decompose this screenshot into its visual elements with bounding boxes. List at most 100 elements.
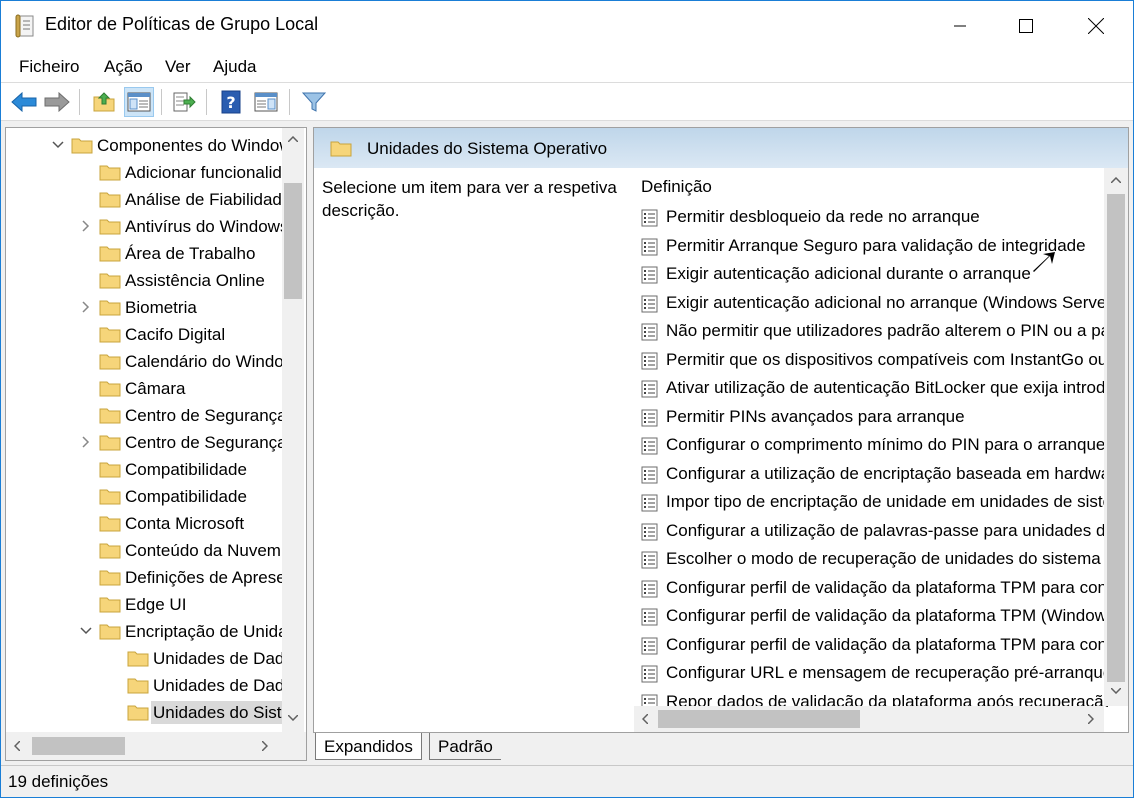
menu-bar: Ficheiro Ação Ver Ajuda: [1, 51, 1133, 83]
expand-chevron-down-icon[interactable]: [79, 622, 93, 640]
policy-row[interactable]: Permitir PINs avançados para arranque: [638, 404, 1108, 432]
folder-icon: [99, 379, 121, 397]
policy-row[interactable]: Configurar a utilização de encriptação b…: [638, 461, 1108, 489]
folder-icon: [99, 460, 121, 478]
policy-setting-icon: [641, 637, 659, 655]
details-pane: Unidades do Sistema Operativo Selecione …: [313, 127, 1129, 733]
scroll-down-arrow-icon: [288, 715, 298, 721]
tree-item[interactable]: Adicionar funcionalidades: [6, 159, 282, 186]
forward-button[interactable]: [42, 87, 72, 117]
policy-row[interactable]: Configurar perfil de validação da plataf…: [638, 632, 1108, 660]
tree-item-label: Centro de Segurança: [125, 406, 282, 425]
tree-item-label: Câmara: [125, 379, 186, 398]
tree-item[interactable]: Centro de Segurança: [6, 429, 282, 456]
column-header-definicao[interactable]: Definição: [641, 177, 712, 197]
tree-item[interactable]: Unidades de Dados Fixas: [6, 645, 282, 672]
policy-row[interactable]: Exigir autenticação adicional no arranqu…: [638, 290, 1108, 318]
policy-row[interactable]: Configurar a utilização de palavras-pass…: [638, 518, 1108, 546]
tree-item[interactable]: Compatibilidade: [6, 456, 282, 483]
folder-icon: [99, 433, 121, 451]
details-vertical-scroll-thumb[interactable]: [1107, 194, 1125, 682]
details-vertical-scrollbar[interactable]: [1104, 168, 1128, 706]
details-horizontal-scrollbar[interactable]: [634, 706, 1104, 732]
tree-item[interactable]: Edge UI: [6, 591, 282, 618]
policy-row[interactable]: Configurar URL e mensagem de recuperação…: [638, 660, 1108, 688]
scroll-up-arrow-icon: [288, 136, 298, 142]
up-folder-button[interactable]: [89, 87, 119, 117]
menu-ajuda[interactable]: Ajuda: [213, 57, 256, 77]
tree-item[interactable]: Unidades de Dados Amovíveis: [6, 672, 282, 699]
policy-row[interactable]: Permitir desbloqueio da rede no arranque: [638, 204, 1108, 232]
expand-chevron-down-icon[interactable]: [51, 136, 65, 154]
tree-item[interactable]: Definições de Apresentação: [6, 564, 282, 591]
menu-acao[interactable]: Ação: [104, 57, 143, 77]
expand-chevron-right-icon[interactable]: [79, 298, 93, 316]
tree-item-label: Unidades do Sistema Operativo: [151, 701, 282, 724]
policy-row[interactable]: Ativar utilização de autenticação BitLoc…: [638, 375, 1108, 403]
folder-icon: [99, 163, 121, 181]
policy-row[interactable]: Impor tipo de encriptação de unidade em …: [638, 489, 1108, 517]
tree-item[interactable]: Conteúdo da Nuvem: [6, 537, 282, 564]
tree-item[interactable]: Cacifo Digital: [6, 321, 282, 348]
tree-item[interactable]: Encriptação de Unidade BitLocker: [6, 618, 282, 645]
tree-vertical-scrollbar[interactable]: [282, 128, 304, 732]
folder-icon: [99, 325, 121, 343]
policy-row[interactable]: Permitir que os dispositivos compatíveis…: [638, 347, 1108, 375]
tree-horizontal-scroll-thumb[interactable]: [32, 737, 125, 755]
minimize-button[interactable]: [937, 1, 983, 51]
menu-ver[interactable]: Ver: [165, 57, 191, 77]
tree-item[interactable]: Centro de Segurança: [6, 402, 282, 429]
policy-row[interactable]: Escolher o modo de recuperação de unidad…: [638, 546, 1108, 574]
folder-icon: [99, 406, 121, 424]
policy-row[interactable]: Não permitir que utilizadores padrão alt…: [638, 318, 1108, 346]
policy-label: Permitir que os dispositivos compatíveis…: [666, 349, 1108, 369]
details-horizontal-scroll-thumb[interactable]: [658, 710, 860, 728]
folder-icon: [99, 514, 121, 532]
tree-item[interactable]: Assistência Online: [6, 267, 282, 294]
view-tabs: Expandidos Padrão: [313, 733, 813, 761]
filter-button[interactable]: [299, 87, 329, 117]
maximize-button[interactable]: [1003, 1, 1049, 51]
tree-item[interactable]: Unidades do Sistema Operativo: [6, 699, 282, 726]
tab-expandidos[interactable]: Expandidos: [315, 733, 422, 760]
tree-item[interactable]: Área de Trabalho: [6, 240, 282, 267]
scroll-down-arrow-icon: [1111, 688, 1121, 694]
tree-vertical-scroll-thumb[interactable]: [284, 183, 302, 299]
tree-item[interactable]: Análise de Fiabilidade: [6, 186, 282, 213]
policy-label: Configurar URL e mensagem de recuperação…: [666, 663, 1108, 682]
show-hide-tree-button[interactable]: [124, 87, 154, 117]
policy-row[interactable]: Configurar perfil de validação da plataf…: [638, 603, 1108, 631]
tree-item[interactable]: Componentes do Windows: [6, 132, 282, 159]
menu-ficheiro[interactable]: Ficheiro: [19, 57, 79, 77]
maximize-icon: [1019, 19, 1033, 33]
policy-label: Permitir Arranque Seguro para validação …: [666, 235, 1086, 255]
show-hide-action-pane-icon: [254, 92, 278, 112]
folder-icon: [99, 622, 121, 640]
expand-chevron-right-icon[interactable]: [79, 433, 93, 451]
tree-item-label: Definições de Apresentação: [125, 568, 282, 587]
tree-item[interactable]: Calendário do Windows: [6, 348, 282, 375]
tree-item[interactable]: Câmara: [6, 375, 282, 402]
tree-item[interactable]: Conta Microsoft: [6, 510, 282, 537]
expand-chevron-right-icon[interactable]: [79, 217, 93, 235]
export-list-button[interactable]: [169, 87, 199, 117]
tree-horizontal-scrollbar[interactable]: [6, 732, 282, 760]
show-hide-action-pane-button[interactable]: [251, 87, 281, 117]
tree-item[interactable]: Compatibilidade: [6, 483, 282, 510]
folder-icon: [99, 487, 121, 505]
toolbar-separator: [289, 89, 290, 115]
tree-item[interactable]: Biometria: [6, 294, 282, 321]
toolbar-separator: [161, 89, 162, 115]
policy-row[interactable]: Configurar perfil de validação da plataf…: [638, 575, 1108, 603]
close-button[interactable]: [1073, 1, 1119, 51]
tab-padrao[interactable]: Padrão: [429, 733, 501, 760]
back-button[interactable]: [9, 87, 39, 117]
policy-label: Não permitir que utilizadores padrão alt…: [666, 321, 1108, 340]
status-text: 19 definições: [8, 772, 109, 791]
tree-item[interactable]: Antivírus do Windows Defender: [6, 213, 282, 240]
help-button[interactable]: ?: [216, 87, 246, 117]
policy-label: Exigir autenticação adicional durante o …: [666, 264, 1031, 283]
tree-item-label: Calendário do Windows: [125, 352, 282, 371]
details-header-title: Unidades do Sistema Operativo: [367, 139, 608, 158]
policy-row[interactable]: Configurar o comprimento mínimo do PIN p…: [638, 432, 1108, 460]
